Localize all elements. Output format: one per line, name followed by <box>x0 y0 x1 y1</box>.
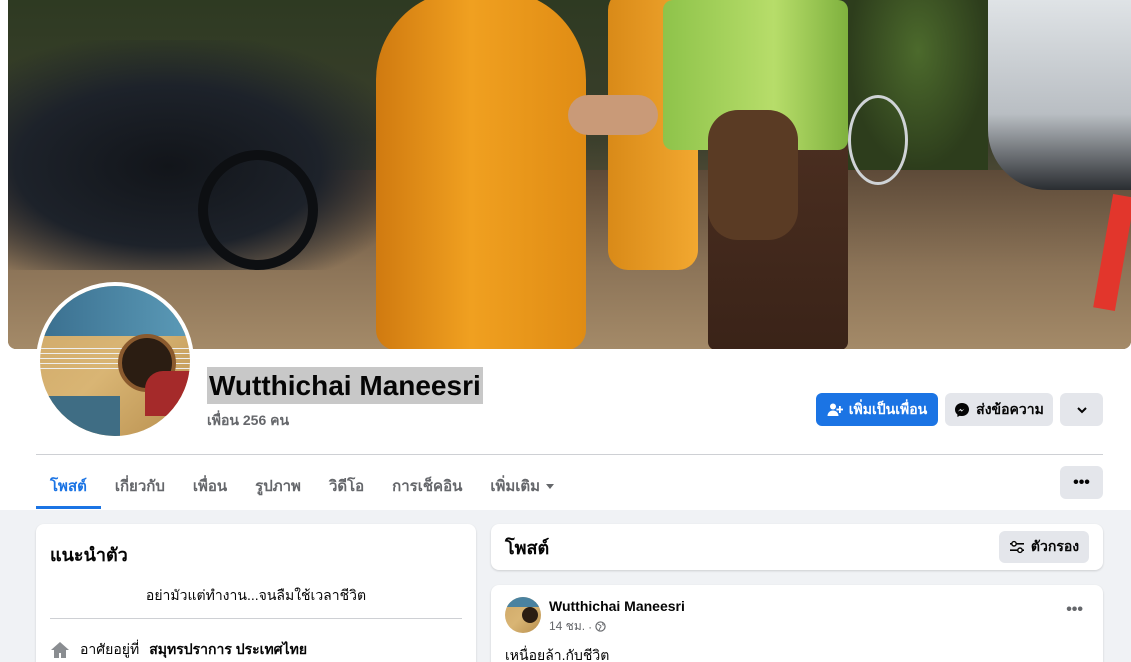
intro-bio: อย่ามัวแต่ทำงาน...จนลืมใช้เวลาชีวิต <box>50 585 462 619</box>
tab-photos[interactable]: รูปภาพ <box>241 462 315 509</box>
header-divider <box>36 454 1103 455</box>
more-options-button[interactable] <box>1060 393 1103 426</box>
post-card: Wutthichai Maneesri 14 ชม. · ••• เหนื่อย… <box>491 585 1103 662</box>
profile-name: Wutthichai Maneesri <box>207 367 483 404</box>
post-text: เหนื่อยล้า.กับชีวิต <box>505 647 610 662</box>
tab-more[interactable]: เพิ่มเติม <box>476 462 569 509</box>
posts-title: โพสต์ <box>505 537 550 558</box>
message-button[interactable]: ส่งข้อความ <box>945 393 1053 426</box>
ellipsis-icon: ••• <box>1073 473 1090 491</box>
profile-header: Wutthichai Maneesri เพื่อน 256 คน เพิ่มเ… <box>0 0 1131 510</box>
tab-posts[interactable]: โพสต์ <box>36 462 101 509</box>
messenger-icon <box>955 402 970 417</box>
caret-down-icon <box>546 483 555 489</box>
lives-in-row: อาศัยอยู่ที่ สมุทรปราการ ประเทศไทย <box>50 639 462 661</box>
lives-in-prefix: อาศัยอยู่ที่ <box>80 641 140 657</box>
post-author-avatar[interactable] <box>505 597 541 633</box>
lives-in-place[interactable]: สมุทรปราการ ประเทศไทย <box>149 639 307 661</box>
intro-card: แนะนำตัว อย่ามัวแต่ทำงาน...จนลืมใช้เวลาช… <box>36 524 476 662</box>
profile-avatar[interactable] <box>36 282 194 440</box>
chevron-down-icon <box>1076 406 1087 413</box>
add-person-icon <box>827 403 843 416</box>
add-friend-button[interactable]: เพิ่มเป็นเพื่อน <box>816 393 938 426</box>
filter-label: ตัวกรอง <box>1030 538 1080 554</box>
post-options-icon[interactable]: ••• <box>1066 601 1083 619</box>
globe-icon <box>595 621 606 632</box>
tab-checkins[interactable]: การเช็คอิน <box>378 462 476 509</box>
profile-tabs: โพสต์ เกี่ยวกับ เพื่อน รูปภาพ วิดีโอ การ… <box>36 462 569 509</box>
posts-header-card: โพสต์ ตัวกรอง <box>491 524 1103 570</box>
filter-icon <box>1009 540 1024 554</box>
tab-friends[interactable]: เพื่อน <box>179 462 241 509</box>
tab-videos[interactable]: วิดีโอ <box>315 462 378 509</box>
tab-about[interactable]: เกี่ยวกับ <box>101 462 179 509</box>
tabs-more-button[interactable]: ••• <box>1060 466 1103 499</box>
post-time[interactable]: 14 ชม. <box>549 617 585 636</box>
friends-count[interactable]: เพื่อน 256 คน <box>207 410 289 432</box>
add-friend-label: เพิ่มเป็นเพื่อน <box>848 400 928 417</box>
home-icon <box>51 642 69 658</box>
filter-button[interactable]: ตัวกรอง <box>999 531 1089 563</box>
post-author-name[interactable]: Wutthichai Maneesri <box>549 598 685 614</box>
intro-title: แนะนำตัว <box>50 545 128 565</box>
message-label: ส่งข้อความ <box>976 400 1044 417</box>
